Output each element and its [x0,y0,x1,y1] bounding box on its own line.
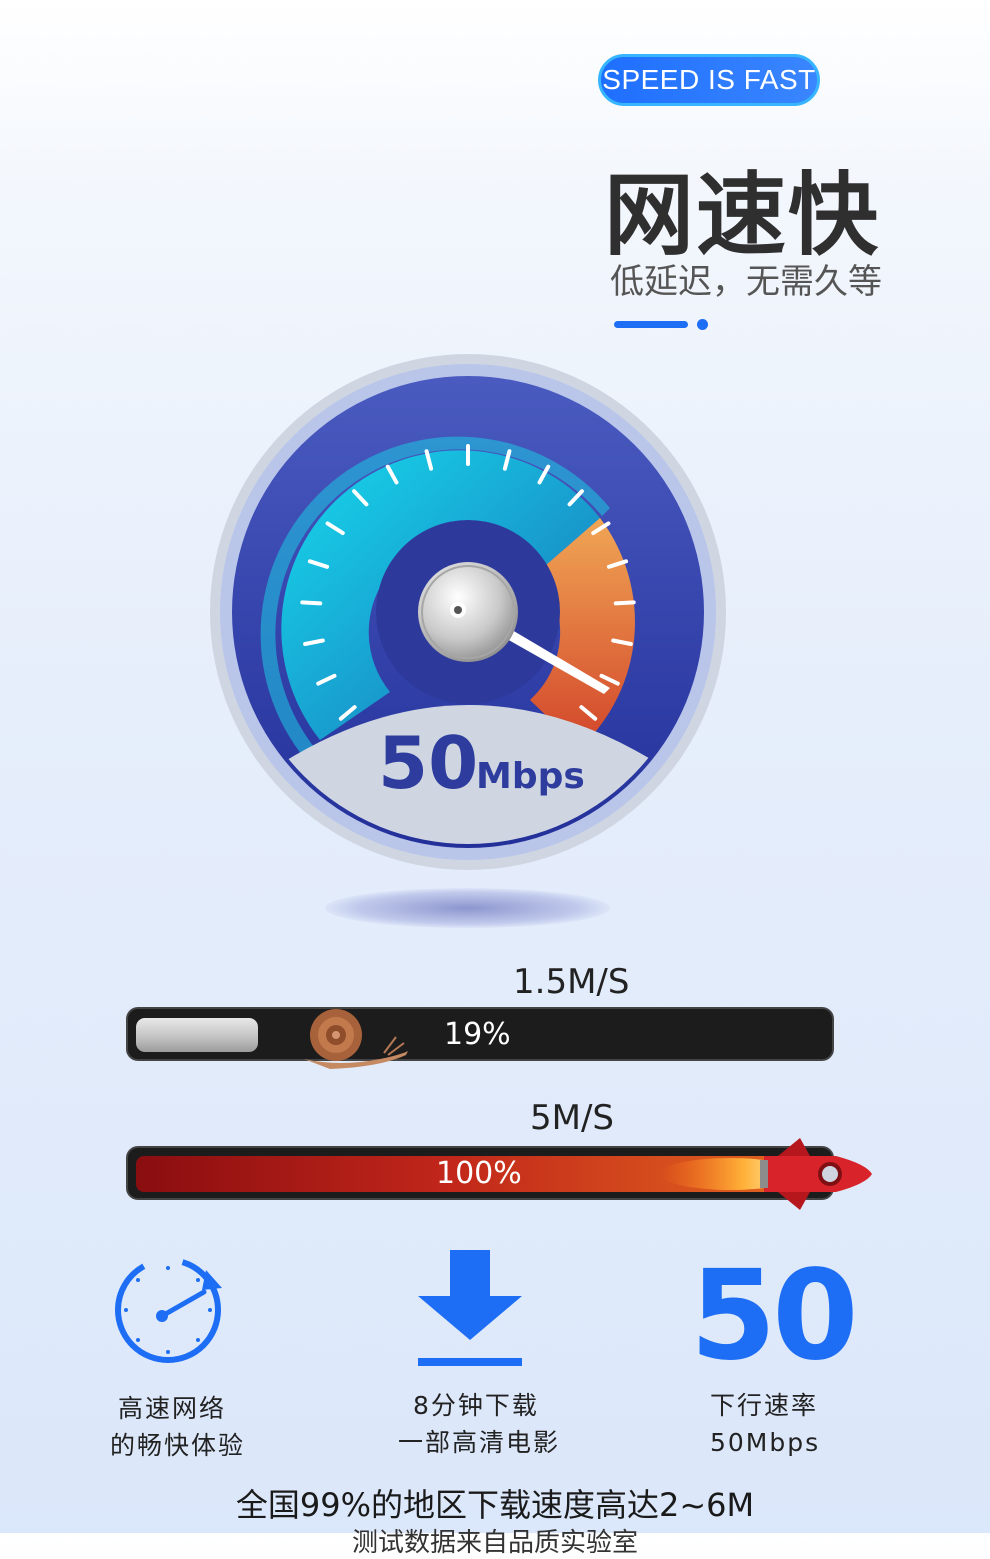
slow-progress-fill [136,1018,258,1052]
slow-progress-bar: 19% [126,1007,834,1069]
feature-3-line2: 50Mbps [710,1428,821,1457]
feature-1-line1: 高速网络 [118,1394,227,1423]
speedometer-gauge: 50 Mbps [210,354,726,870]
footer-note: 测试数据来自品质实验室 [351,1528,638,1558]
gauge-tick [613,600,636,606]
rocket-icon [660,1138,872,1210]
page-subtitle: 低延迟，无需久等 [610,262,882,302]
download-icon [418,1250,522,1366]
fast-speed-label: 5M/S [530,1098,615,1138]
feature-3-line1: 下行速率 [710,1391,819,1420]
feature-2-line2: 一部高清电影 [398,1428,561,1457]
accent-dot [697,319,708,330]
speed-badge: SPEED IS FAST [598,54,820,106]
slow-speed-label: 1.5M/S [513,962,630,1002]
gauge-value: 50 [378,721,478,805]
slow-percent: 19% [444,1017,511,1052]
footer-text: 全国99%的地区下载速度高达2~6M [235,1486,755,1524]
stopwatch-icon [115,1257,222,1363]
gauge-shadow [325,888,610,928]
gauge-tick [300,600,323,606]
snail-icon [304,1009,408,1069]
feature-1-line2: 的畅快体验 [110,1431,246,1460]
feature-2-line1: 8分钟下载 [413,1391,539,1420]
accent-divider [614,321,688,328]
speed-number: 50 [690,1244,859,1388]
gauge-hub [418,562,518,662]
gauge-unit: Mbps [476,756,585,797]
fast-percent: 100% [436,1156,522,1191]
page-title: 网速快 [604,163,880,268]
